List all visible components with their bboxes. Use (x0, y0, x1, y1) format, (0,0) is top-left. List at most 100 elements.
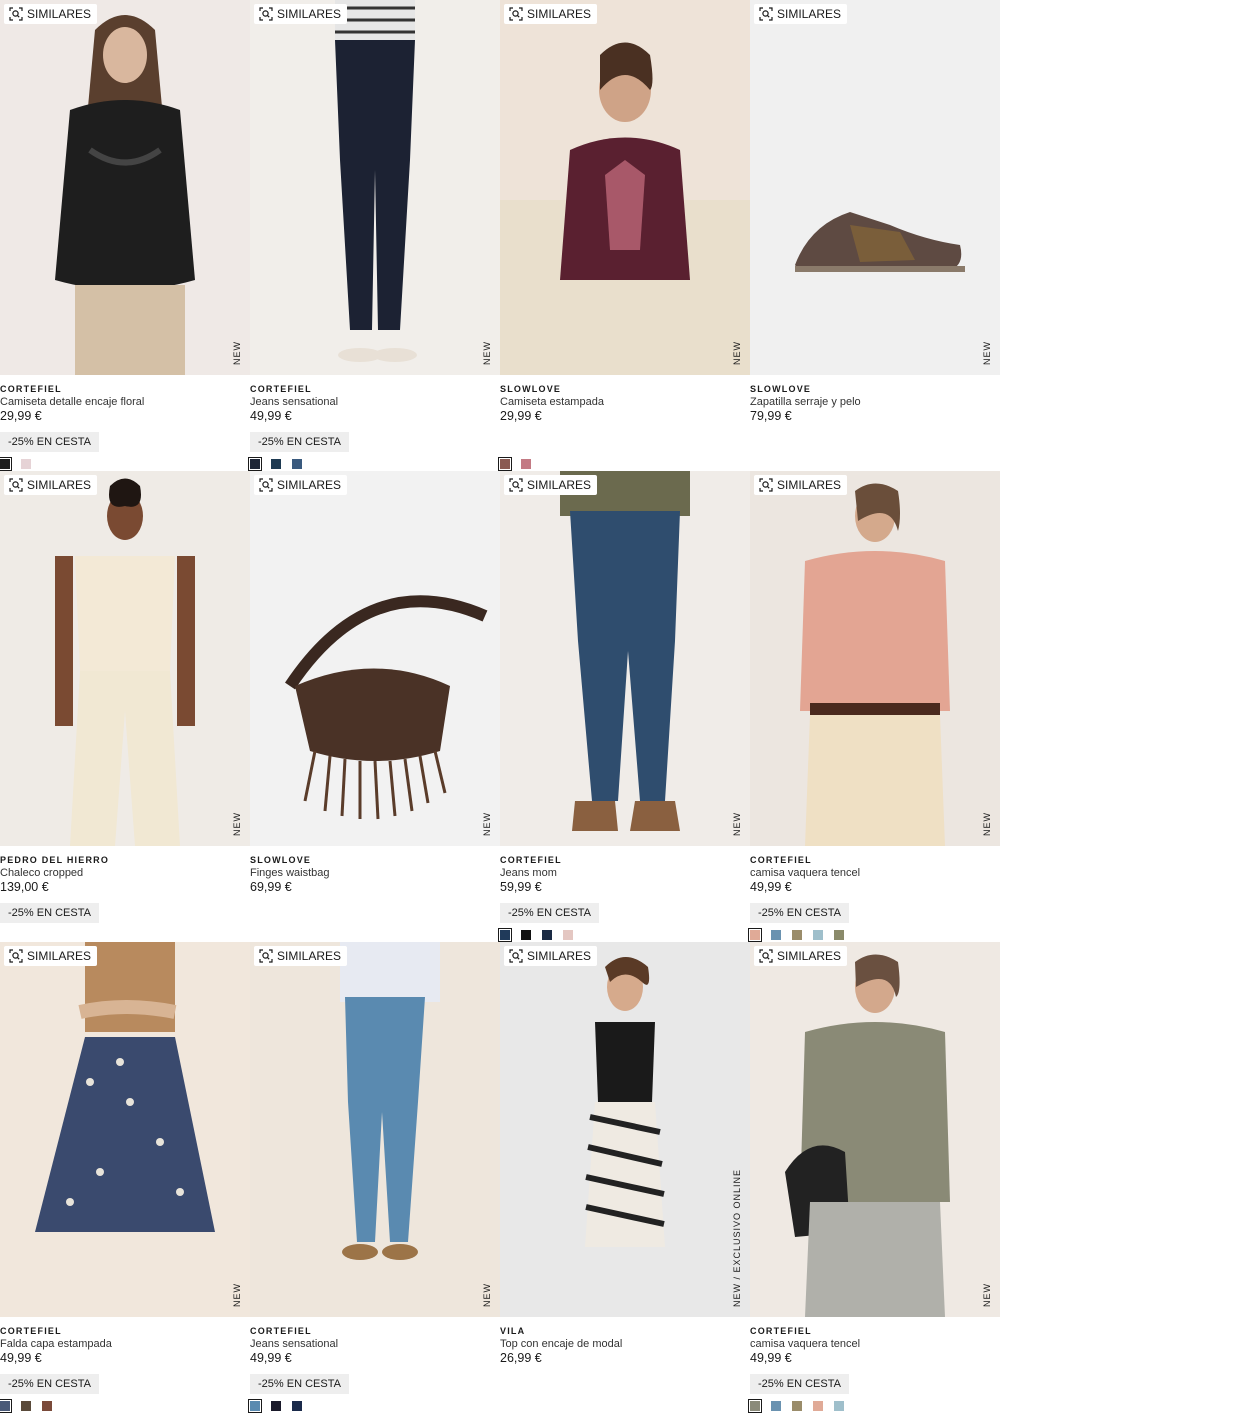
product-image[interactable]: SIMILARES NEW (0, 471, 250, 846)
color-swatch[interactable] (834, 1401, 844, 1411)
product-card[interactable]: SIMILARES NEW CORTEFIEL Falda capa estampad… (0, 942, 250, 1413)
product-tag: NEW (232, 341, 242, 365)
color-swatches (498, 457, 531, 471)
color-swatch[interactable] (542, 930, 552, 940)
color-swatch[interactable] (498, 457, 512, 471)
product-price: 29,99 € (0, 409, 42, 423)
color-swatch[interactable] (0, 457, 12, 471)
product-brand: CORTEFIEL (750, 1326, 812, 1336)
product-tag: NEW (982, 1283, 992, 1307)
similar-button[interactable]: SIMILARES (254, 475, 348, 495)
color-swatch[interactable] (563, 930, 573, 940)
color-swatch[interactable] (21, 459, 31, 469)
color-swatch[interactable] (792, 1401, 802, 1411)
product-image[interactable]: SIMILARES NEW (500, 471, 750, 846)
product-name[interactable]: Camiseta estampada (500, 395, 750, 409)
product-image[interactable]: SIMILARES NEW (0, 942, 250, 1317)
similar-button[interactable]: SIMILARES (754, 4, 848, 24)
product-card[interactable]: SIMILARES NEW PEDRO DEL HIERRO Chaleco crop… (0, 471, 250, 942)
product-name[interactable]: Jeans sensational (250, 1337, 500, 1351)
product-image[interactable]: SIMILARES NEW (0, 0, 250, 375)
product-price: 49,99 € (250, 409, 292, 423)
color-swatch[interactable] (771, 1401, 781, 1411)
product-info: CORTEFIEL Jeans sensational 49,99 € -25% EN… (250, 383, 500, 452)
similar-button[interactable]: SIMILARES (4, 946, 98, 966)
product-image[interactable]: SIMILARES NEW / EXCLUSIVO ONLINE (500, 942, 750, 1317)
product-card[interactable]: SIMILARES NEW / EXCLUSIVO ONLINE VILA Top c… (500, 942, 750, 1413)
color-swatch[interactable] (792, 930, 802, 940)
product-card[interactable]: SIMILARES NEW CORTEFIEL Jeans mom 59,99 € -25… (498, 471, 750, 942)
similar-button[interactable]: SIMILARES (754, 946, 848, 966)
product-card[interactable]: SIMILARES NEW SLOWLOVE Finges waistbag 69,99… (250, 471, 500, 942)
color-swatch[interactable] (748, 928, 762, 942)
color-swatch[interactable] (42, 1401, 52, 1411)
color-swatch[interactable] (813, 930, 823, 940)
product-image[interactable]: SIMILARES NEW (750, 942, 1000, 1317)
product-info: SLOWLOVE Finges waistbag 69,99 € (250, 854, 500, 895)
similar-search-icon (759, 7, 773, 21)
similar-button[interactable]: SIMILARES (504, 4, 598, 24)
color-swatch[interactable] (0, 1399, 12, 1413)
color-swatch[interactable] (248, 1399, 262, 1413)
product-price: 49,99 € (750, 880, 792, 894)
product-brand: SLOWLOVE (750, 384, 812, 394)
product-name[interactable]: camisa vaquera tencel (750, 866, 1000, 880)
product-card[interactable]: SIMILARES NEW CORTEFIEL Jeans sensational 49… (248, 0, 500, 471)
color-swatch[interactable] (292, 1401, 302, 1411)
product-name[interactable]: Zapatilla serraje y pelo (750, 395, 1000, 409)
color-swatches (248, 457, 302, 471)
color-swatch[interactable] (748, 1399, 762, 1413)
product-card[interactable]: SIMILARES NEW SLOWLOVE Zapatilla serraje y … (750, 0, 1000, 471)
product-card[interactable]: SIMILARES NEW CORTEFIEL camisa vaquera tenc… (748, 471, 1000, 942)
product-card[interactable]: SIMILARES NEW CORTEFIEL Jeans sensational 49… (248, 942, 500, 1413)
product-brand: SLOWLOVE (500, 384, 562, 394)
product-image[interactable]: SIMILARES NEW (250, 0, 500, 375)
product-name[interactable]: Camiseta detalle encaje floral (0, 395, 250, 409)
product-grid: SIMILARES NEW CORTEFIEL Camiseta detalle en… (0, 0, 1000, 1414)
product-tag: NEW (982, 341, 992, 365)
product-tag: NEW (482, 812, 492, 836)
product-name[interactable]: Top con encaje de modal (500, 1337, 750, 1351)
color-swatch[interactable] (521, 459, 531, 469)
color-swatch[interactable] (271, 1401, 281, 1411)
similar-button[interactable]: SIMILARES (504, 475, 598, 495)
product-tag: NEW (732, 812, 742, 836)
product-name[interactable]: Jeans sensational (250, 395, 500, 409)
similar-label: SIMILARES (277, 478, 342, 492)
color-swatch[interactable] (521, 930, 531, 940)
promo-badge: -25% EN CESTA (750, 1374, 849, 1394)
product-image[interactable]: SIMILARES NEW (250, 942, 500, 1317)
similar-search-icon (509, 949, 523, 963)
product-price: 49,99 € (0, 1351, 42, 1365)
color-swatch[interactable] (271, 459, 281, 469)
similar-button[interactable]: SIMILARES (504, 946, 598, 966)
color-swatch[interactable] (813, 1401, 823, 1411)
color-swatch[interactable] (771, 930, 781, 940)
promo-badge: -25% EN CESTA (0, 1374, 99, 1394)
color-swatch[interactable] (248, 457, 262, 471)
product-info: CORTEFIEL Jeans mom 59,99 € -25% EN CESTA (500, 854, 750, 923)
similar-button[interactable]: SIMILARES (4, 475, 98, 495)
product-name[interactable]: Finges waistbag (250, 866, 500, 880)
product-card[interactable]: SIMILARES NEW CORTEFIEL camisa vaquera tenc… (748, 942, 1000, 1413)
product-card[interactable]: SIMILARES NEW SLOWLOVE Camiseta estampada 29… (498, 0, 750, 471)
product-name[interactable]: Chaleco cropped (0, 866, 250, 880)
color-swatch[interactable] (292, 459, 302, 469)
color-swatch[interactable] (834, 930, 844, 940)
similar-button[interactable]: SIMILARES (254, 946, 348, 966)
color-swatch[interactable] (498, 928, 512, 942)
product-name[interactable]: Falda capa estampada (0, 1337, 250, 1351)
similar-button[interactable]: SIMILARES (4, 4, 98, 24)
product-price: 69,99 € (250, 880, 292, 894)
similar-button[interactable]: SIMILARES (254, 4, 348, 24)
product-image[interactable]: SIMILARES NEW (500, 0, 750, 375)
color-swatch[interactable] (21, 1401, 31, 1411)
similar-button[interactable]: SIMILARES (754, 475, 848, 495)
similar-label: SIMILARES (277, 7, 342, 21)
product-image[interactable]: SIMILARES NEW (750, 471, 1000, 846)
product-name[interactable]: camisa vaquera tencel (750, 1337, 1000, 1351)
product-image[interactable]: SIMILARES NEW (250, 471, 500, 846)
product-image[interactable]: SIMILARES NEW (750, 0, 1000, 375)
product-card[interactable]: SIMILARES NEW CORTEFIEL Camiseta detalle en… (0, 0, 250, 471)
product-name[interactable]: Jeans mom (500, 866, 750, 880)
